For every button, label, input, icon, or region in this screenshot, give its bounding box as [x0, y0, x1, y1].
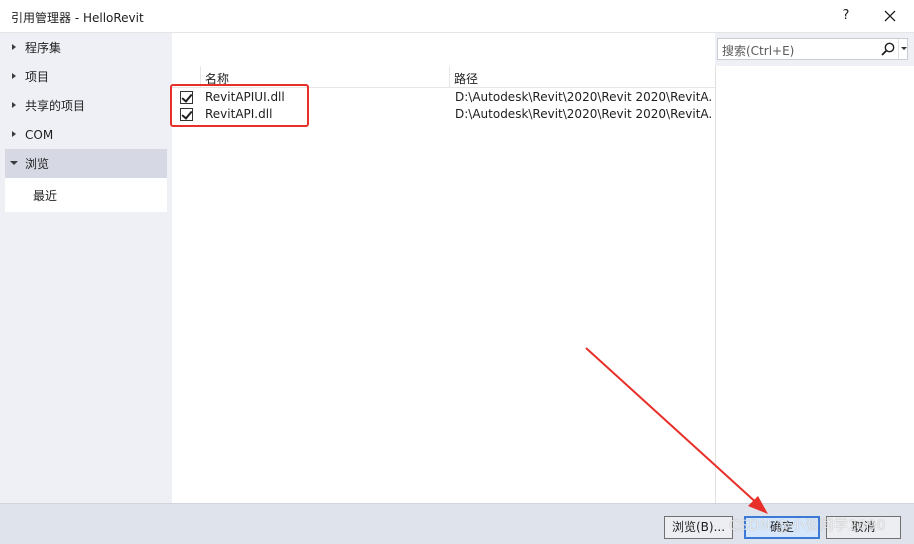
- window-title: 引用管理器 - HelloRevit: [11, 11, 144, 25]
- sidebar-item-browse[interactable]: 浏览: [5, 149, 167, 178]
- details-panel: [715, 33, 914, 503]
- path-column-header[interactable]: 路径: [450, 66, 715, 88]
- search-placeholder: 搜索(Ctrl+E): [722, 44, 795, 58]
- sidebar-item-label: 最近: [33, 188, 58, 203]
- help-button[interactable]: ?: [836, 6, 856, 26]
- watermark: CSDN @小张同学2090: [729, 518, 886, 534]
- search-icon[interactable]: [880, 41, 896, 57]
- sidebar-item-label: 共享的项目: [25, 99, 86, 113]
- expand-arrow-icon: [10, 101, 19, 110]
- browse-button[interactable]: 浏览(B)...: [664, 516, 733, 539]
- expand-arrow-icon: [10, 43, 19, 52]
- sidebar: 程序集 项目 共享的项目 COM 浏览 最近: [0, 33, 172, 503]
- sidebar-item-label: 浏览: [25, 157, 50, 171]
- sidebar-item-projects[interactable]: 项目: [5, 62, 167, 91]
- sidebar-item-label: COM: [25, 127, 54, 142]
- expand-arrow-icon: [10, 130, 19, 139]
- collapse-arrow-icon: [10, 159, 19, 168]
- sidebar-item-assemblies[interactable]: 程序集: [5, 33, 167, 62]
- close-icon: [884, 10, 896, 22]
- column-label: 路径: [454, 72, 479, 86]
- annotation-highlight-box: [170, 84, 309, 127]
- row-path: D:\Autodesk\Revit\2020\Revit 2020\RevitA…: [455, 107, 713, 121]
- reference-list: [172, 66, 715, 503]
- expand-arrow-icon: [10, 72, 19, 81]
- row-path: D:\Autodesk\Revit\2020\Revit 2020\RevitA…: [455, 90, 713, 104]
- title-bar: 引用管理器 - HelloRevit ?: [0, 0, 914, 33]
- sidebar-item-label: 项目: [25, 70, 50, 84]
- sidebar-item-label: 程序集: [25, 41, 62, 55]
- sidebar-item-com[interactable]: COM: [5, 120, 167, 149]
- search-options-dropdown[interactable]: [898, 39, 908, 59]
- search-input[interactable]: 搜索(Ctrl+E): [717, 38, 908, 60]
- sidebar-item-recent[interactable]: 最近: [5, 178, 167, 212]
- sidebar-item-shared-projects[interactable]: 共享的项目: [5, 91, 167, 120]
- details-content: [715, 66, 914, 503]
- close-button[interactable]: [879, 5, 901, 27]
